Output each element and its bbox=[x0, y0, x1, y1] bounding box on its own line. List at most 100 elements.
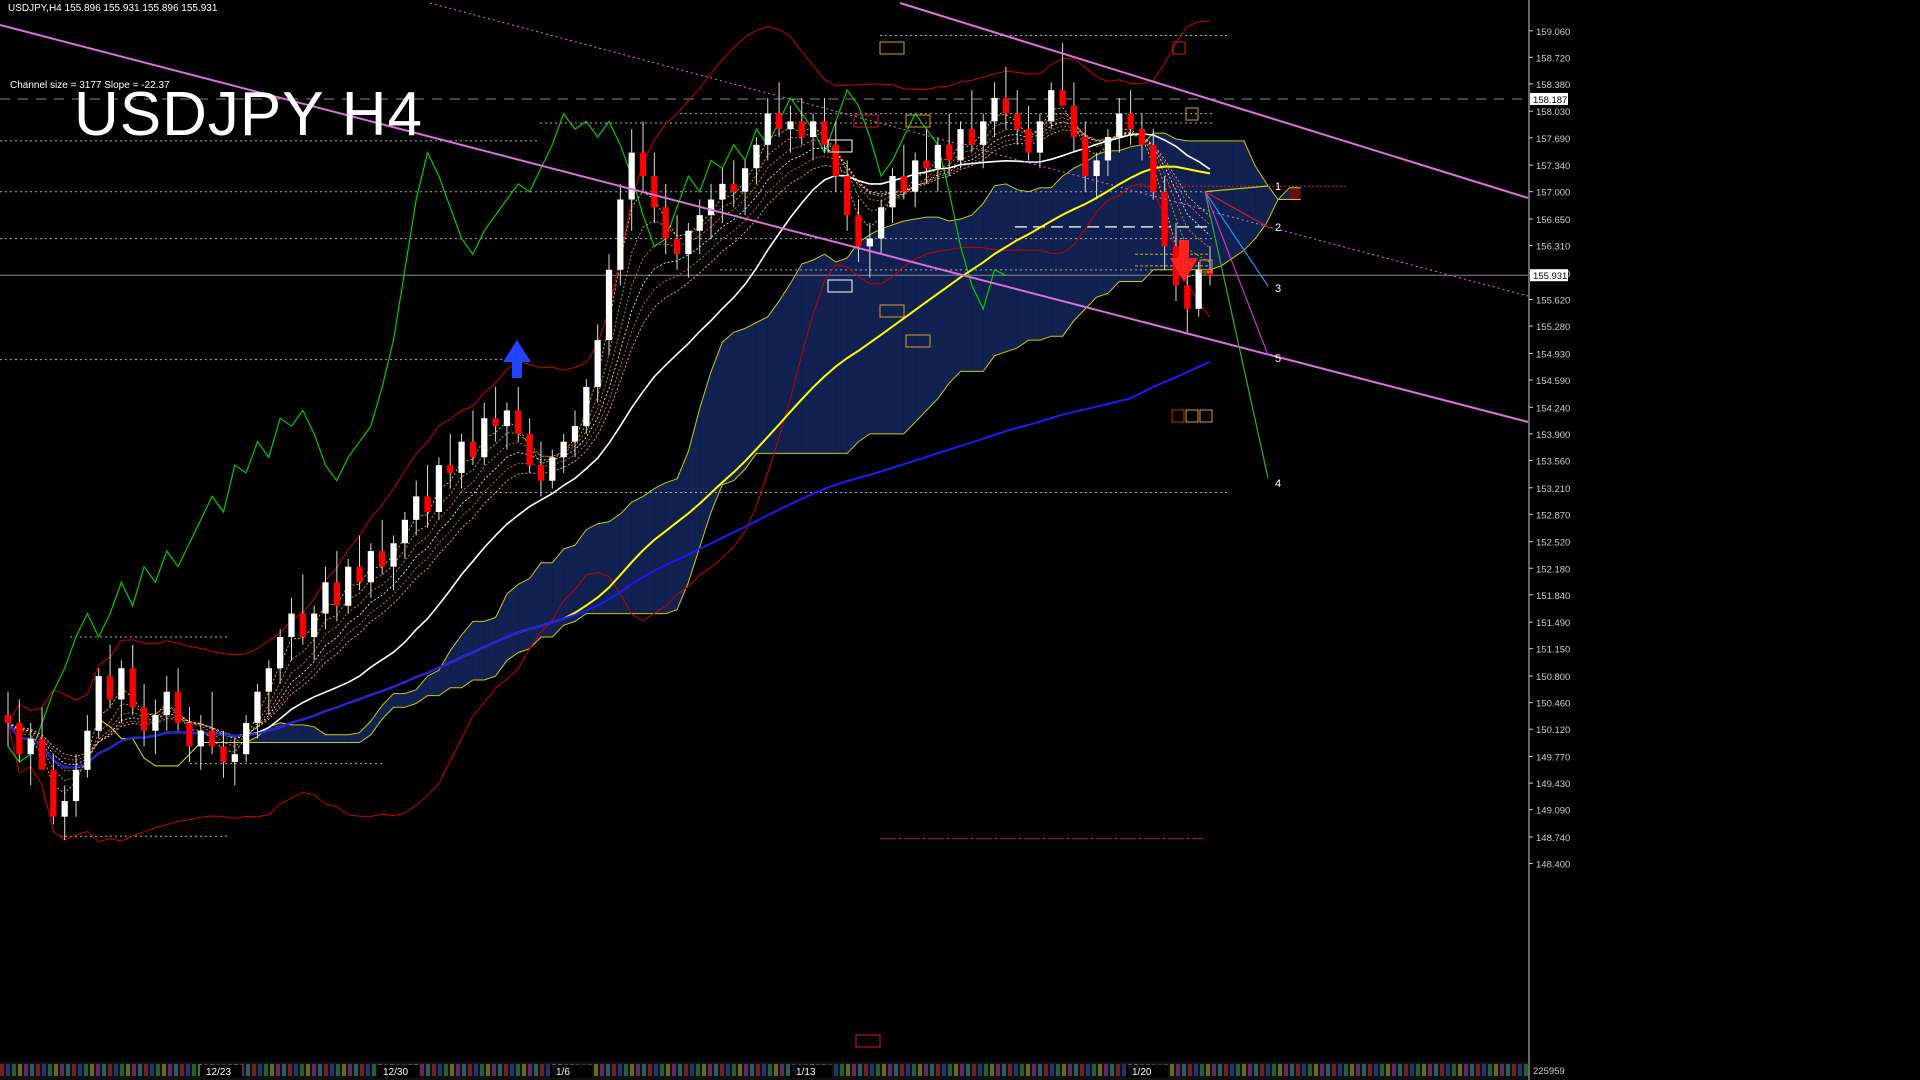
cloud-segment bbox=[1130, 144, 1142, 282]
session-bar bbox=[840, 1064, 844, 1076]
session-bar bbox=[1482, 1064, 1486, 1076]
session-bar bbox=[702, 1064, 706, 1076]
bear-candle bbox=[333, 582, 340, 606]
session-bar bbox=[1200, 1064, 1204, 1076]
session-bar bbox=[648, 1064, 652, 1076]
session-bar bbox=[1032, 1064, 1036, 1076]
time-axis: 12/23 12/30 1/6 1/13 1/20 bbox=[0, 1062, 1528, 1080]
session-bar bbox=[966, 1064, 970, 1076]
bear-candle bbox=[1014, 113, 1021, 130]
bear-candle bbox=[821, 121, 828, 145]
session-bar bbox=[1284, 1064, 1288, 1076]
y-tick-label: 157.340 bbox=[1536, 161, 1570, 172]
session-bar bbox=[1374, 1064, 1378, 1076]
session-bar bbox=[84, 1064, 88, 1076]
price-chart[interactable]: 1 2 3 5 4 159.060 158.720 158.380 158.030 157.69… bbox=[0, 0, 1920, 1080]
session-bar bbox=[432, 1064, 436, 1076]
session-bar bbox=[270, 1064, 274, 1076]
bear-candle bbox=[447, 465, 454, 473]
bull-candle bbox=[1036, 121, 1044, 153]
session-bar bbox=[1110, 1064, 1114, 1076]
cloud-segment bbox=[835, 258, 848, 454]
cloud-segment bbox=[903, 219, 916, 434]
bear-candle bbox=[299, 613, 306, 637]
session-bar bbox=[528, 1064, 532, 1076]
session-bar bbox=[1494, 1064, 1498, 1076]
session-bar bbox=[246, 1064, 250, 1076]
session-bar bbox=[372, 1064, 376, 1076]
cloud-segment bbox=[858, 234, 870, 442]
session-bar bbox=[1026, 1064, 1030, 1076]
session-bar bbox=[168, 1064, 172, 1076]
session-bar bbox=[1236, 1064, 1240, 1076]
session-bar bbox=[516, 1064, 520, 1076]
cloud-segment bbox=[847, 242, 859, 454]
session-bar bbox=[930, 1064, 934, 1076]
cloud-segment bbox=[654, 482, 666, 614]
bear-candle bbox=[639, 152, 647, 177]
session-bar bbox=[1188, 1064, 1192, 1076]
session-bar bbox=[156, 1064, 160, 1076]
session-bar bbox=[1092, 1064, 1096, 1076]
session-bar bbox=[984, 1064, 988, 1076]
session-bar bbox=[1338, 1064, 1342, 1076]
session-bar bbox=[918, 1064, 922, 1076]
session-bar bbox=[1392, 1064, 1396, 1076]
y-tick-label: 150.460 bbox=[1536, 699, 1570, 710]
session-bar bbox=[1020, 1064, 1024, 1076]
session-bar bbox=[510, 1064, 514, 1076]
bull-candle bbox=[878, 207, 885, 239]
bull-candle bbox=[934, 144, 941, 169]
chart-title: USDJPY H4 bbox=[74, 80, 423, 149]
cloud-segment bbox=[1085, 154, 1097, 309]
cloud-segment bbox=[869, 228, 882, 434]
x-tick-label: 12/23 bbox=[206, 1067, 231, 1078]
y-tick-label: 149.430 bbox=[1536, 779, 1570, 790]
session-bar bbox=[1524, 1064, 1528, 1076]
bear-candle bbox=[16, 722, 23, 755]
bull-candle bbox=[787, 121, 794, 130]
cloud-segment bbox=[1232, 140, 1245, 259]
session-bar bbox=[78, 1064, 82, 1076]
y-tick-label: 153.560 bbox=[1536, 456, 1570, 467]
bull-candle bbox=[1093, 160, 1100, 177]
session-bar bbox=[324, 1064, 328, 1076]
session-bar bbox=[1440, 1064, 1444, 1076]
y-tick-label: 156.310 bbox=[1536, 242, 1570, 253]
bottom-right-label: 225959 bbox=[1533, 1066, 1565, 1077]
bull-candle bbox=[152, 715, 159, 731]
bear-candle bbox=[1059, 90, 1066, 106]
session-bar bbox=[624, 1064, 628, 1076]
session-bar bbox=[864, 1064, 868, 1076]
y-tick-label: 151.840 bbox=[1536, 591, 1570, 602]
y-tick-label: 155.280 bbox=[1536, 322, 1570, 333]
session-bar bbox=[750, 1064, 754, 1076]
session-bar bbox=[1362, 1064, 1366, 1076]
bear-candle bbox=[356, 566, 363, 583]
session-bar bbox=[1014, 1064, 1018, 1076]
session-bar bbox=[354, 1064, 358, 1076]
session-bar bbox=[336, 1064, 340, 1076]
session-bar bbox=[300, 1064, 304, 1076]
session-bar bbox=[1470, 1064, 1474, 1076]
cloud-segment bbox=[1051, 176, 1063, 337]
session-bar bbox=[720, 1064, 724, 1076]
cloud-segment bbox=[949, 219, 961, 384]
session-bar bbox=[1008, 1064, 1012, 1076]
session-bar bbox=[1206, 1064, 1210, 1076]
session-bar bbox=[1254, 1064, 1258, 1076]
bear-candle bbox=[832, 144, 839, 177]
session-bar bbox=[126, 1064, 130, 1076]
cloud-segment bbox=[643, 488, 655, 614]
symbol-info-line: USDJPY,H4 155.896 155.931 155.896 155.93… bbox=[8, 3, 218, 14]
bear-candle bbox=[798, 121, 805, 137]
session-bar bbox=[114, 1064, 118, 1076]
session-bar bbox=[534, 1064, 538, 1076]
session-bar bbox=[948, 1064, 952, 1076]
session-bar bbox=[1446, 1064, 1450, 1076]
session-bar bbox=[600, 1064, 604, 1076]
bull-candle bbox=[243, 722, 250, 755]
session-bar bbox=[660, 1064, 664, 1076]
session-bar bbox=[288, 1064, 292, 1076]
session-bar bbox=[996, 1064, 1000, 1076]
